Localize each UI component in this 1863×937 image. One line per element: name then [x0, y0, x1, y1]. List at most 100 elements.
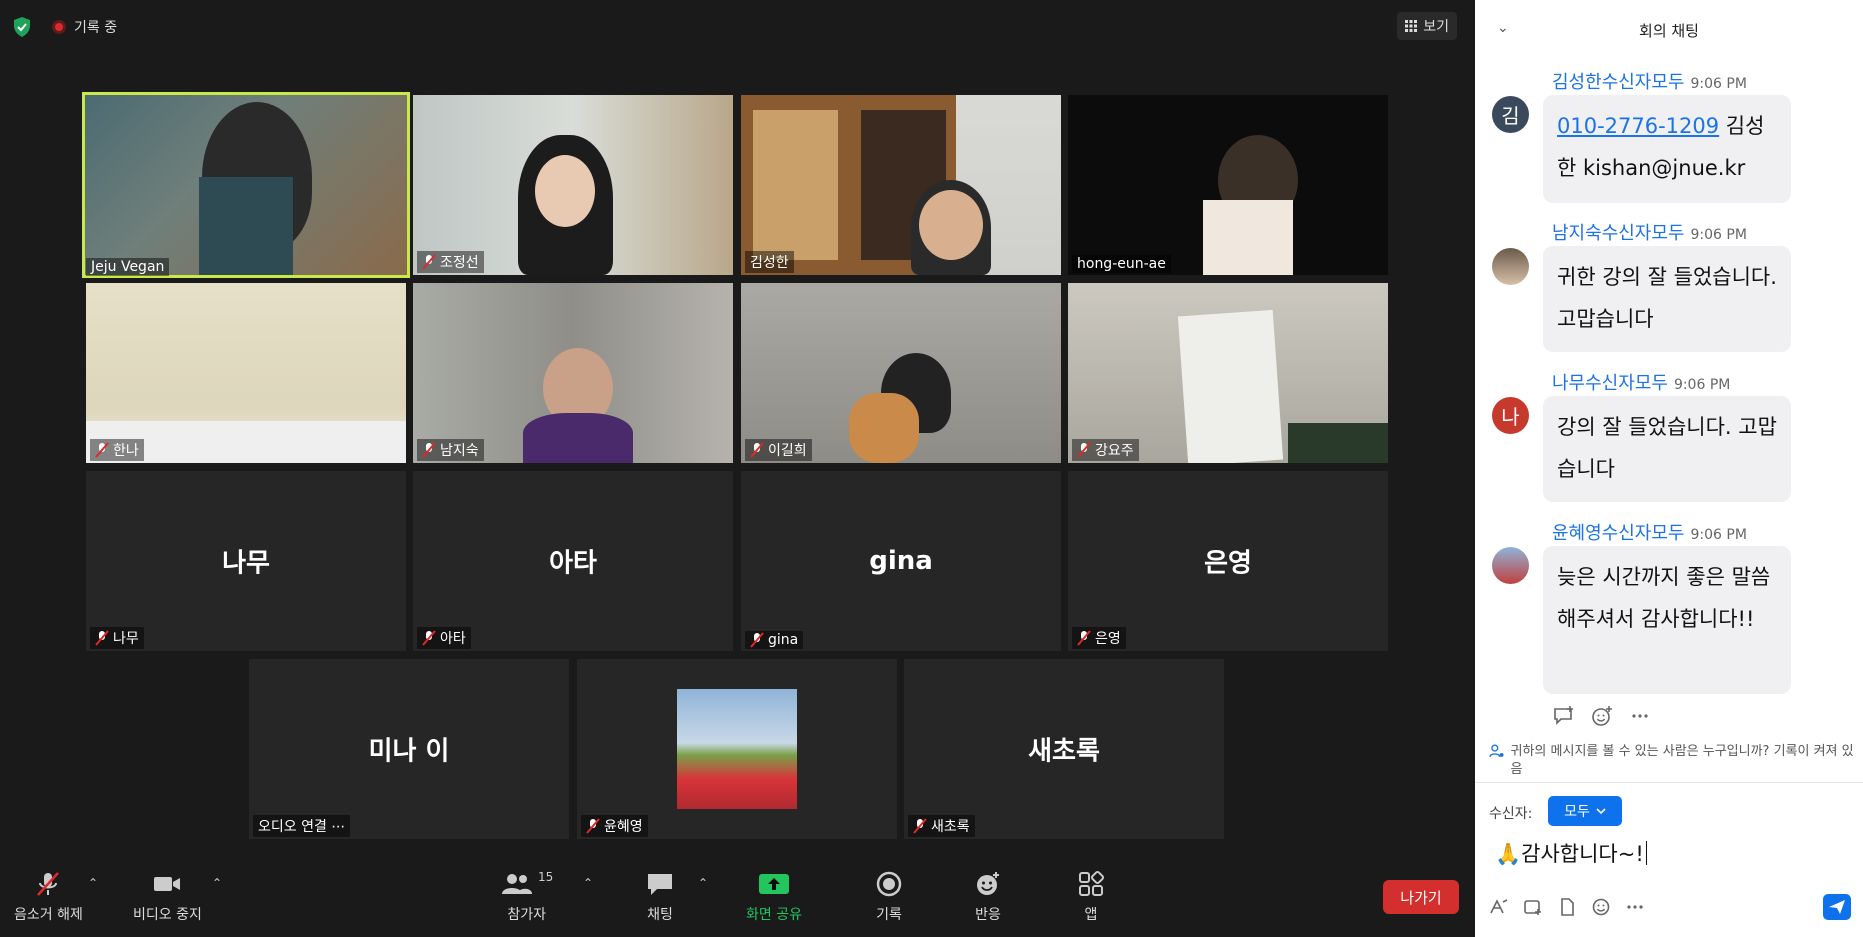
muted-mic-icon: [422, 254, 436, 270]
participants-options-caret[interactable]: ⌃: [583, 876, 593, 890]
participant-big-name: 은영: [1204, 548, 1252, 579]
video-tile-hanna[interactable]: 한나: [86, 283, 406, 463]
message-actions: [1553, 706, 1651, 726]
recipient-dropdown[interactable]: 모두: [1548, 796, 1622, 826]
participant-name: 아타: [417, 627, 471, 649]
chat-options-caret[interactable]: ⌃: [698, 876, 708, 890]
chat-message-header: 나무수신자모두 9:06 PM: [1552, 373, 1731, 394]
participant-name: 이길희: [745, 439, 812, 461]
participant-name: 한나: [90, 439, 144, 461]
video-tile-gina[interactable]: gina gina: [741, 471, 1061, 651]
video-tile-kang-yoju[interactable]: 강요주: [1068, 283, 1388, 463]
chat-message-bubble: 늦은 시간까지 좋은 말씀해주셔서 감사합니다!!: [1543, 546, 1791, 694]
recording-label: 기록 중: [74, 20, 118, 36]
meeting-toolbar: [0, 862, 1475, 937]
audio-options-caret[interactable]: ⌃: [88, 876, 98, 890]
chat-visibility-notice[interactable]: 귀하의 메시지를 볼 수 있는 사람은 누구입니까? 기록이 켜져 있음: [1489, 743, 1855, 779]
participants-icon: [502, 874, 532, 894]
unmute-button[interactable]: 음소거 해제: [14, 870, 83, 924]
video-tile-hong-eun-ae[interactable]: hong-eun-ae: [1068, 95, 1388, 275]
more-icon[interactable]: [1625, 898, 1645, 916]
participant-name: 윤혜영: [581, 815, 648, 837]
video-tile-ata[interactable]: 아타 아타: [413, 471, 733, 651]
more-options-icon[interactable]: [1629, 706, 1651, 726]
recording-indicator[interactable]: 기록 중: [52, 16, 117, 38]
avatar[interactable]: [1492, 248, 1529, 285]
muted-mic-icon: [586, 818, 600, 834]
security-shield-icon[interactable]: [12, 16, 32, 38]
notice-text: 귀하의 메시지를 볼 수 있는 사람은 누구입니까? 기록이 켜져 있음: [1510, 744, 1854, 777]
video-tile-jo-jeongseon[interactable]: 조정선: [413, 95, 733, 275]
video-tile-lee-gilhee[interactable]: 이길희: [741, 283, 1061, 463]
chat-message-header: 남지숙수신자모두 9:06 PM: [1552, 223, 1747, 244]
chat-input-tools: [1489, 898, 1645, 916]
meeting-chat-panel: ⌄ 회의 채팅 김성한수신자모두 9:06 PM 김 010-2776-1209…: [1475, 0, 1863, 937]
muted-mic-icon: [750, 442, 764, 458]
chat-message-header: 김성한수신자모두 9:06 PM: [1552, 72, 1747, 93]
video-tile-kim-seonghan[interactable]: 김성한: [741, 95, 1061, 275]
share-screen-button[interactable]: 화면 공유: [746, 870, 802, 924]
participant-name: 나무: [90, 627, 144, 649]
file-icon[interactable]: [1557, 898, 1577, 916]
chat-input[interactable]: 🙏감사합니다~!: [1495, 838, 1647, 868]
screenshot-icon[interactable]: [1523, 898, 1543, 916]
divider: [1475, 782, 1863, 783]
muted-mic-icon: [95, 442, 109, 458]
participant-name: gina: [745, 631, 804, 649]
participant-big-name: 나무: [222, 548, 270, 579]
video-tile-namu[interactable]: 나무 나무: [86, 471, 406, 651]
reply-icon[interactable]: [1553, 706, 1575, 726]
participant-name: 강요주: [1072, 439, 1139, 461]
person-eye-icon: [1489, 744, 1504, 758]
profile-photo: [677, 689, 797, 809]
chat-title: 회의 채팅: [1639, 22, 1699, 40]
chat-label: 채팅: [647, 907, 673, 923]
muted-mic-icon: [1077, 630, 1091, 646]
chat-bubble-icon: [648, 874, 672, 895]
grid-view-icon: [1405, 20, 1418, 32]
video-tile-eunyoung[interactable]: 은영 은영: [1068, 471, 1388, 651]
reactions-button[interactable]: 반응: [974, 870, 1002, 924]
record-label: 기록: [876, 907, 902, 923]
stop-video-button[interactable]: 비디오 중지: [133, 870, 202, 924]
share-screen-icon: [758, 874, 789, 894]
avatar[interactable]: 김: [1492, 96, 1529, 133]
participants-button[interactable]: 15 참가자: [500, 870, 553, 924]
video-tile-saechorok[interactable]: 새초록 새초록: [904, 659, 1224, 839]
text-cursor: [1645, 841, 1647, 865]
participant-big-name: 미나 이: [368, 736, 450, 767]
chat-input-value: 🙏감사합니다~!: [1495, 842, 1644, 866]
chat-message-bubble: 010-2776-1209 김성한 kishan@jnue.kr: [1543, 95, 1791, 203]
avatar[interactable]: [1492, 547, 1529, 584]
add-reaction-icon[interactable]: [1591, 706, 1613, 726]
video-tile-jeju-vegan[interactable]: Jeju Vegan: [82, 92, 410, 278]
format-text-icon[interactable]: [1489, 898, 1509, 916]
participant-big-name: 새초록: [1028, 736, 1100, 767]
participant-name: hong-eun-ae: [1072, 255, 1171, 273]
participant-name: 조정선: [417, 251, 484, 273]
avatar[interactable]: 나: [1492, 397, 1529, 434]
chevron-down-icon: [1596, 808, 1606, 815]
chat-button[interactable]: 채팅: [645, 870, 675, 924]
participant-name: 남지숙: [417, 439, 484, 461]
participant-name: 새초록: [908, 815, 975, 837]
muted-mic-icon: [750, 632, 764, 648]
video-tile-yun-hyeyoung[interactable]: 윤혜영: [577, 659, 897, 839]
participant-big-name: gina: [869, 546, 933, 576]
muted-mic-icon: [913, 818, 927, 834]
video-options-caret[interactable]: ⌃: [212, 876, 222, 890]
emoji-icon[interactable]: [1591, 898, 1611, 916]
smiley-plus-icon: [977, 872, 999, 895]
recipient-label: 수신자:: [1489, 806, 1533, 822]
unmute-label: 음소거 해제: [14, 907, 83, 923]
send-button[interactable]: [1823, 894, 1851, 920]
view-button[interactable]: 보기: [1397, 12, 1457, 40]
mic-muted-icon: [37, 872, 60, 896]
leave-button[interactable]: 나가기: [1383, 880, 1459, 914]
video-tile-mina-lee[interactable]: 미나 이 오디오 연결 ⋯: [249, 659, 569, 839]
chat-message-header: 윤혜영수신자모두 9:06 PM: [1552, 523, 1747, 544]
phone-link[interactable]: 010-2776-1209: [1557, 114, 1719, 138]
record-button[interactable]: 기록: [875, 870, 903, 924]
video-tile-nam-jisuk[interactable]: 남지숙: [413, 283, 733, 463]
apps-button[interactable]: 앱: [1077, 870, 1105, 924]
